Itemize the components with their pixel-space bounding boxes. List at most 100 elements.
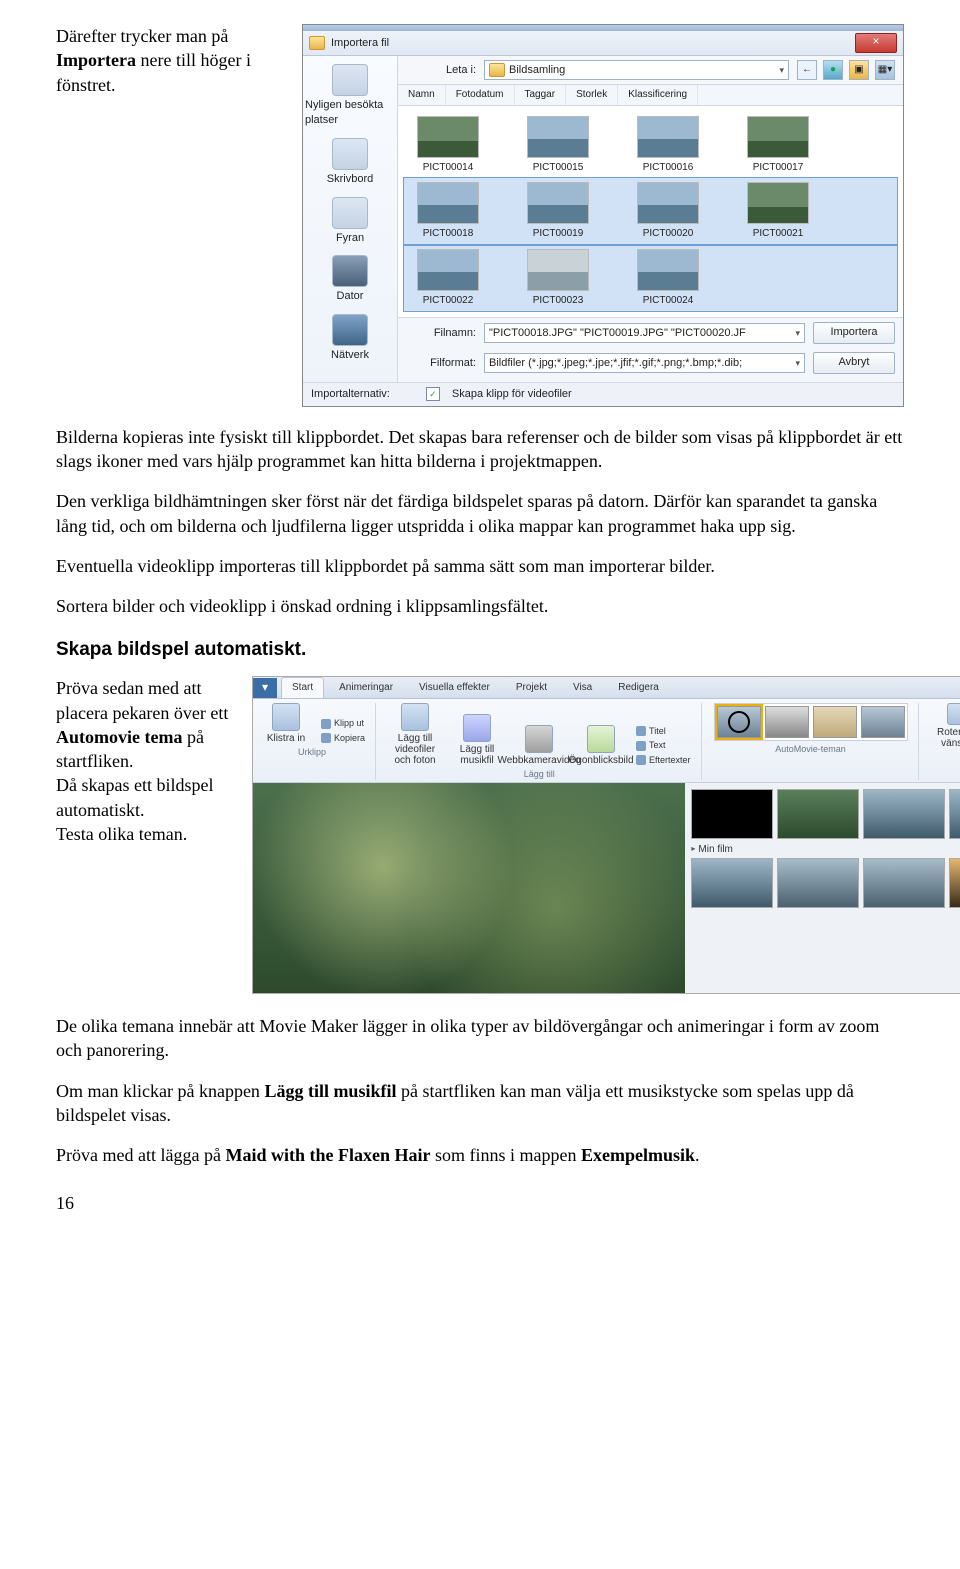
thumb-label: PICT00019 bbox=[533, 227, 584, 241]
add-group: Lägg till videofiler och foton Lägg till… bbox=[388, 703, 702, 780]
header-name[interactable]: Namn bbox=[398, 85, 446, 105]
edit-group: Rotera åt vänster Rotera åt höger ✕ Ta ▦… bbox=[931, 703, 960, 780]
tab-edit[interactable]: Redigera bbox=[607, 677, 670, 698]
preview-area: ▸Min film bbox=[253, 783, 960, 993]
sidebar-network[interactable]: Nätverk bbox=[305, 314, 395, 363]
thumb-label: PICT00023 bbox=[533, 294, 584, 308]
sidebar-fyran[interactable]: Fyran bbox=[305, 197, 395, 246]
clip-thumb[interactable] bbox=[863, 858, 945, 908]
thumb-item[interactable]: PICT00022 bbox=[410, 249, 486, 308]
cancel-button[interactable]: Avbryt bbox=[813, 352, 895, 374]
scissors-icon bbox=[321, 719, 331, 729]
theme-item[interactable] bbox=[765, 706, 809, 738]
sidebar-recent[interactable]: Nyligen besökta platser bbox=[305, 64, 395, 128]
nav-view-icon[interactable]: ▦▾ bbox=[875, 60, 895, 80]
import-button[interactable]: Importera bbox=[813, 322, 895, 344]
group-caption: AutoMovie-teman bbox=[775, 743, 846, 755]
header-date[interactable]: Fotodatum bbox=[446, 85, 515, 105]
copy-button[interactable]: Kopiera bbox=[321, 732, 365, 744]
app-menu-button[interactable]: ▾ bbox=[253, 678, 277, 698]
body-paragraph: Den verkliga bildhämtningen sker först n… bbox=[56, 489, 904, 538]
theme-item[interactable] bbox=[861, 706, 905, 738]
filename-value: "PICT00018.JPG" "PICT00019.JPG" "PICT000… bbox=[489, 326, 746, 341]
dialog-titlebar: Importera fil × bbox=[303, 31, 903, 56]
thumb-item[interactable]: PICT00020 bbox=[630, 182, 706, 241]
sidebar-desktop[interactable]: Skrivbord bbox=[305, 138, 395, 187]
folder-icon bbox=[309, 36, 325, 50]
clip-thumb[interactable] bbox=[691, 789, 773, 839]
thumb-item[interactable]: PICT00019 bbox=[520, 182, 596, 241]
close-button[interactable]: × bbox=[855, 33, 897, 53]
intro-line1: Därefter trycker man på bbox=[56, 26, 228, 46]
thumb-label: PICT00018 bbox=[423, 227, 474, 241]
clip-thumb[interactable] bbox=[949, 789, 960, 839]
nav-back-icon[interactable]: ← bbox=[797, 60, 817, 80]
thumb-item[interactable]: PICT00017 bbox=[740, 116, 816, 175]
snapshot-button[interactable]: Ögonblicksbild bbox=[574, 725, 628, 766]
thumb-item[interactable]: PICT00023 bbox=[520, 249, 596, 308]
nav-newfolder-icon[interactable]: ▣ bbox=[849, 60, 869, 80]
paste-icon bbox=[272, 703, 300, 731]
tab-visual-effects[interactable]: Visuella effekter bbox=[408, 677, 501, 698]
snapshot-icon bbox=[587, 725, 615, 753]
text: som finns i mappen bbox=[430, 1145, 581, 1165]
webcam-button[interactable]: Webbkameravideo bbox=[512, 725, 566, 766]
lookin-label: Leta i: bbox=[406, 63, 476, 78]
clip-thumb[interactable] bbox=[949, 858, 960, 908]
body-paragraph: Sortera bilder och videoklipp i önskad o… bbox=[56, 594, 904, 618]
moviemaker-screenshot: ▾ Start Animeringar Visuella effekter Pr… bbox=[252, 676, 960, 994]
thumb-item[interactable]: PICT00016 bbox=[630, 116, 706, 175]
theme-item[interactable] bbox=[813, 706, 857, 738]
bold-text: Maid with the Flaxen Hair bbox=[225, 1145, 430, 1165]
sidebar-computer[interactable]: Dator bbox=[305, 255, 395, 304]
ribbon-tabs: ▾ Start Animeringar Visuella effekter Pr… bbox=[253, 677, 960, 699]
lookin-combo[interactable]: Bildsamling bbox=[484, 60, 789, 80]
thumb-label: PICT00014 bbox=[423, 161, 474, 175]
thumbnail-area: PICT00014 PICT00015 PICT00016 PICT00017 … bbox=[398, 106, 903, 318]
preview-pane bbox=[253, 783, 685, 993]
nav-world-icon[interactable]: ● bbox=[823, 60, 843, 80]
tab-start[interactable]: Start bbox=[281, 677, 324, 698]
cut-label: Klipp ut bbox=[334, 717, 364, 729]
add-music-button[interactable]: Lägg till musikfil bbox=[450, 714, 504, 766]
webcam-icon bbox=[525, 725, 553, 753]
create-clips-checkbox[interactable]: ✓ bbox=[426, 387, 440, 401]
storyboard-pane: ▸Min film bbox=[685, 783, 960, 993]
thumb-item[interactable]: PICT00014 bbox=[410, 116, 486, 175]
header-tags[interactable]: Taggar bbox=[515, 85, 567, 105]
body-paragraph: De olika temana innebär att Movie Maker … bbox=[56, 1014, 904, 1063]
clip-thumb[interactable] bbox=[777, 858, 859, 908]
tab-project[interactable]: Projekt bbox=[505, 677, 558, 698]
clip-thumb[interactable] bbox=[863, 789, 945, 839]
caption-button[interactable]: Text bbox=[636, 739, 691, 751]
film-title-row: ▸Min film bbox=[691, 843, 960, 857]
rotate-left-button[interactable]: Rotera åt vänster bbox=[931, 703, 960, 749]
thumb-item[interactable]: PICT00021 bbox=[740, 182, 816, 241]
header-rating[interactable]: Klassificering bbox=[618, 85, 698, 105]
fileformat-combo[interactable]: Bildfiler (*.jpg;*.jpeg;*.jpe;*.jfif;*.g… bbox=[484, 353, 805, 373]
thumb-item[interactable]: PICT00015 bbox=[520, 116, 596, 175]
credits-button[interactable]: Eftertexter bbox=[636, 754, 691, 766]
side-text: Testa olika teman. bbox=[56, 824, 187, 844]
body-paragraph: Eventuella videoklipp importeras till kl… bbox=[56, 554, 904, 578]
group-caption: Urklipp bbox=[298, 746, 326, 758]
clip-thumb[interactable] bbox=[777, 789, 859, 839]
file-list-headers: Namn Fotodatum Taggar Storlek Klassifice… bbox=[398, 84, 903, 106]
copy-icon bbox=[321, 733, 331, 743]
cut-button[interactable]: Klipp ut bbox=[321, 717, 365, 729]
clip-thumb[interactable] bbox=[691, 858, 773, 908]
film-title-label: Min film bbox=[698, 843, 732, 857]
side-paragraph: Pröva sedan med att placera pekaren över… bbox=[56, 676, 236, 846]
header-size[interactable]: Storlek bbox=[566, 85, 618, 105]
thumb-item[interactable]: PICT00024 bbox=[630, 249, 706, 308]
tab-view[interactable]: Visa bbox=[562, 677, 603, 698]
filename-field[interactable]: "PICT00018.JPG" "PICT00019.JPG" "PICT000… bbox=[484, 323, 805, 343]
title-button[interactable]: Titel bbox=[636, 725, 691, 737]
fileformat-value: Bildfiler (*.jpg;*.jpeg;*.jpe;*.jfif;*.g… bbox=[489, 356, 742, 371]
paste-button[interactable]: Klistra in bbox=[259, 703, 313, 744]
theme-selected[interactable] bbox=[717, 706, 761, 738]
thumb-item[interactable]: PICT00018 bbox=[410, 182, 486, 241]
tab-animations[interactable]: Animeringar bbox=[328, 677, 404, 698]
add-video-button[interactable]: Lägg till videofiler och foton bbox=[388, 703, 442, 766]
thumb-label: PICT00016 bbox=[643, 161, 694, 175]
